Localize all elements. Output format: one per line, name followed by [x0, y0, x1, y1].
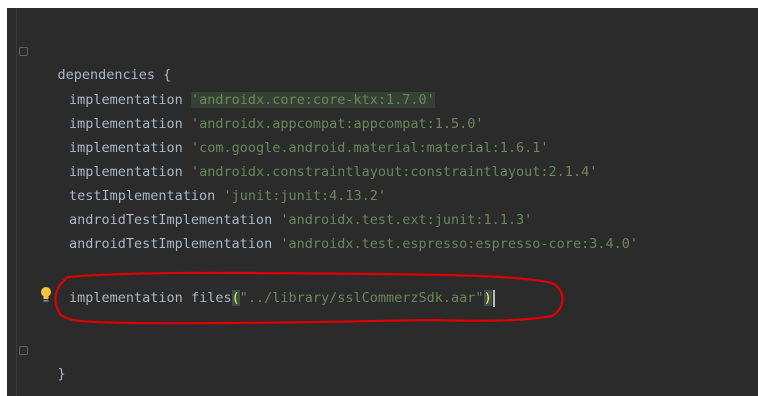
string-literal: 'androidx.core:core-ktx:1.7.0' [190, 92, 435, 108]
code-line-annotated[interactable]: implementation files("../library/sslComm… [7, 286, 758, 310]
block-close-text: } [57, 366, 66, 382]
code-line-4[interactable]: implementation 'androidx.constraintlayou… [7, 160, 758, 184]
keyword: androidTestImplementation [69, 236, 273, 252]
string-literal: 'androidx.constraintlayout:constraintlay… [190, 164, 598, 180]
code-line-7[interactable]: androidTestImplementation 'androidx.test… [7, 232, 758, 256]
keyword: implementation [69, 164, 183, 180]
keyword: testImplementation [69, 188, 216, 204]
function-call: files [190, 290, 232, 306]
string-literal: 'androidx.test.ext:junit:1.1.3' [280, 212, 533, 228]
code-line-dependencies[interactable]: dependencies { [7, 39, 758, 83]
string-literal: 'androidx.test.espresso:espresso-core:3.… [280, 236, 638, 252]
keyword: implementation [69, 116, 183, 132]
keyword: androidTestImplementation [69, 212, 273, 228]
keyword: implementation [69, 140, 183, 156]
code-line-2[interactable]: implementation 'androidx.appcompat:appco… [7, 112, 758, 136]
string-literal: 'junit:junit:4.13.2' [223, 188, 387, 204]
code-line-3[interactable]: implementation 'com.google.android.mater… [7, 136, 758, 160]
string-literal: 'com.google.android.material:material:1.… [190, 140, 549, 156]
block-open-text: dependencies { [57, 67, 172, 83]
code-line-6[interactable]: androidTestImplementation 'androidx.test… [7, 208, 758, 232]
code-line-5[interactable]: testImplementation 'junit:junit:4.13.2' [7, 184, 758, 208]
keyword: implementation [69, 290, 183, 306]
text-caret [492, 289, 495, 307]
open-paren: ( [231, 290, 240, 306]
keyword: implementation [69, 92, 183, 108]
string-literal: 'androidx.appcompat:appcompat:1.5.0' [190, 116, 484, 132]
close-paren: ) [483, 290, 492, 306]
code-line-close[interactable]: } [7, 338, 758, 382]
code-editor[interactable]: dependencies { implementation 'androidx.… [7, 8, 758, 396]
code-line-1[interactable]: implementation 'androidx.core:core-ktx:1… [7, 88, 758, 112]
string-literal: "../library/sslCommerzSdk.aar" [239, 290, 484, 306]
